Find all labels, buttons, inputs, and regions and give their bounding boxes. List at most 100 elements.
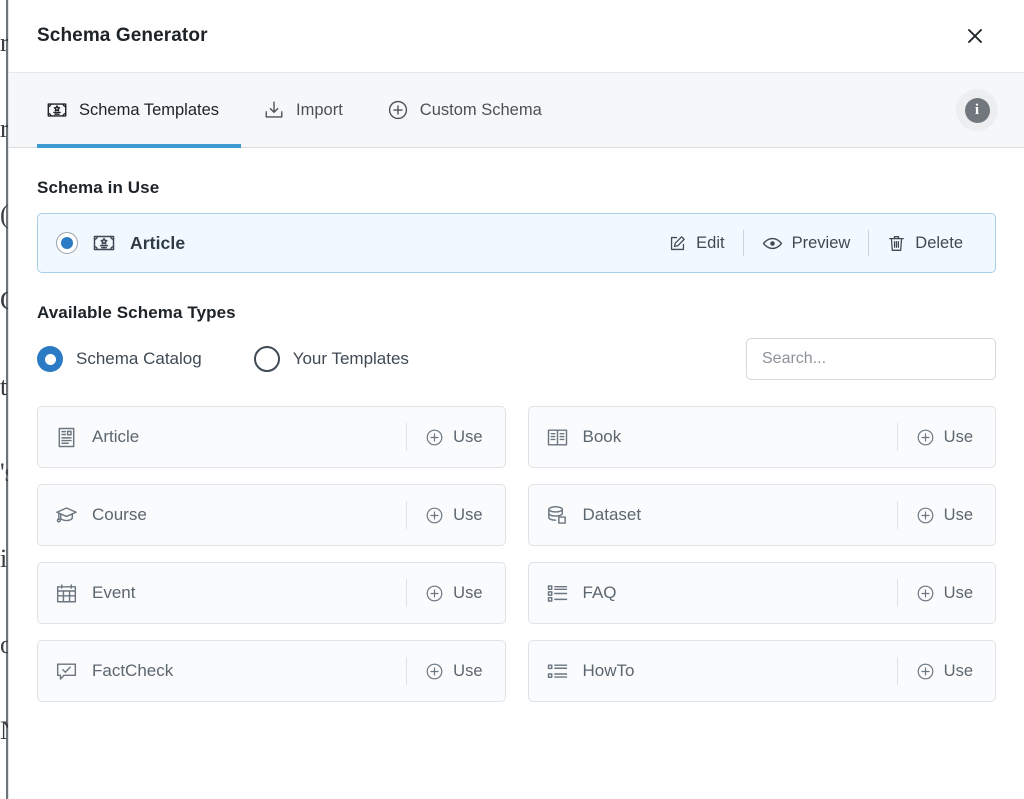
use-button[interactable]: Use: [406, 501, 494, 529]
use-label: Use: [453, 661, 483, 680]
preview-button[interactable]: Preview: [742, 230, 869, 256]
schema-in-use-actions: Edit Preview Delete: [650, 230, 981, 256]
schema-type-name: Book: [582, 427, 622, 446]
action-label: Preview: [791, 233, 851, 252]
use-button[interactable]: Use: [896, 423, 985, 451]
schema-type-card-event[interactable]: Event Use: [37, 562, 506, 624]
speech-bubble-check-icon: [55, 660, 78, 683]
delete-button[interactable]: Delete: [868, 230, 981, 256]
catalog-filter-options: Schema Catalog Your Templates: [37, 346, 409, 372]
use-button[interactable]: Use: [896, 501, 985, 529]
tab-schema-templates[interactable]: Schema Templates: [37, 73, 242, 148]
filter-label: Your Templates: [292, 349, 409, 368]
schema-type-card-article[interactable]: Article Use: [37, 406, 506, 468]
schema-type-card-dataset[interactable]: Dataset Use: [527, 484, 996, 546]
info-icon[interactable]: i: [956, 89, 998, 131]
filter-your-templates[interactable]: Your Templates: [253, 346, 409, 372]
schema-type-identity: HowTo: [546, 660, 635, 683]
filter-schema-catalog[interactable]: Schema Catalog: [37, 346, 202, 372]
tab-label: Custom Schema: [419, 100, 542, 119]
schema-type-card-course[interactable]: Course Use: [37, 484, 506, 546]
use-label: Use: [943, 427, 973, 446]
schema-type-name: Event: [92, 583, 136, 602]
catalog-filter-row: Schema Catalog Your Templates: [37, 338, 996, 380]
schema-type-identity: FactCheck: [55, 660, 173, 683]
download-icon: [263, 99, 285, 121]
use-button[interactable]: Use: [896, 579, 985, 607]
calendar-icon: [55, 582, 78, 605]
plus-circle-icon: [425, 428, 444, 447]
schema-in-use-card[interactable]: Article Edit Preview Delete: [37, 213, 996, 273]
plus-circle-icon: [916, 662, 935, 681]
plus-circle-icon: [425, 584, 444, 603]
search-input[interactable]: [746, 338, 996, 380]
schema-type-identity: Course: [55, 504, 147, 527]
use-button[interactable]: Use: [896, 657, 985, 685]
info-glyph: i: [964, 97, 990, 123]
tab-custom-schema[interactable]: Custom Schema: [365, 73, 564, 147]
available-schema-types-heading: Available Schema Types: [37, 303, 236, 322]
modal-body: Schema in Use Article Edit Preview Delet…: [9, 148, 1024, 799]
use-label: Use: [453, 583, 483, 602]
schema-type-card-factcheck[interactable]: FactCheck Use: [37, 640, 506, 702]
tab-label: Schema Templates: [79, 100, 220, 119]
modal-header: Schema Generator: [9, 0, 1024, 72]
use-button[interactable]: Use: [406, 423, 494, 451]
use-label: Use: [453, 505, 483, 524]
schema-type-name: FactCheck: [92, 661, 174, 680]
schema-type-identity: Dataset: [546, 504, 642, 527]
schema-type-card-book[interactable]: Book Use: [527, 406, 996, 468]
database-stack-icon: [546, 504, 569, 527]
schema-in-use-identity: Article: [56, 231, 185, 255]
page-root: ri re ( G t 's i o N Schema Generator: [0, 0, 1024, 799]
filter-label: Schema Catalog: [76, 349, 202, 368]
edit-button[interactable]: Edit: [650, 230, 742, 256]
graduation-cap-icon: [55, 504, 78, 527]
schema-type-name: HowTo: [582, 661, 635, 680]
edit-pencil-icon: [668, 234, 687, 253]
certificate-icon: [92, 231, 116, 255]
schema-type-grid: Article Use Book Use Course Use Dataset …: [37, 406, 996, 702]
schema-type-name: Course: [92, 505, 147, 524]
open-book-icon: [546, 426, 569, 449]
certificate-icon: [46, 99, 68, 121]
plus-circle-icon: [916, 584, 935, 603]
use-label: Use: [943, 505, 973, 524]
plus-circle-icon: [425, 662, 444, 681]
schema-type-name: Article: [92, 427, 140, 446]
schema-in-use-heading: Schema in Use: [37, 178, 160, 197]
action-label: Edit: [696, 233, 725, 252]
tab-import[interactable]: Import: [241, 73, 365, 147]
schema-type-identity: Event: [55, 582, 135, 605]
use-button[interactable]: Use: [406, 657, 494, 685]
page-title: Schema Generator: [37, 25, 208, 46]
tab-label: Import: [296, 100, 343, 119]
schema-type-identity: FAQ: [546, 582, 617, 605]
trash-icon: [887, 234, 906, 253]
use-label: Use: [453, 427, 483, 446]
radio-inner-dot: [44, 353, 56, 365]
schema-type-name: Dataset: [582, 505, 642, 524]
use-button[interactable]: Use: [406, 579, 494, 607]
schema-type-card-howto[interactable]: HowTo Use: [527, 640, 996, 702]
action-label: Delete: [915, 233, 963, 252]
tab-bar: Schema Templates Import Custom Schema i: [9, 72, 1024, 148]
use-label: Use: [943, 661, 973, 680]
schema-type-identity: Book: [546, 426, 622, 449]
radio-your-templates[interactable]: [253, 346, 280, 372]
ordered-list-icon: [546, 660, 569, 683]
schema-type-card-faq[interactable]: FAQ Use: [527, 562, 996, 624]
eye-icon: [762, 233, 783, 254]
schema-in-use-radio[interactable]: [56, 232, 78, 254]
plus-circle-icon: [387, 99, 409, 121]
schema-generator-modal: Schema Generator Schema Templates Import…: [8, 0, 1024, 799]
schema-type-name: FAQ: [582, 583, 617, 602]
close-icon[interactable]: [960, 21, 990, 51]
plus-circle-icon: [916, 428, 935, 447]
schema-type-identity: Article: [55, 426, 139, 449]
plus-circle-icon: [425, 506, 444, 525]
tab-bar-right: i: [956, 73, 998, 147]
radio-schema-catalog[interactable]: [37, 346, 63, 372]
article-document-icon: [55, 426, 78, 449]
plus-circle-icon: [916, 506, 935, 525]
